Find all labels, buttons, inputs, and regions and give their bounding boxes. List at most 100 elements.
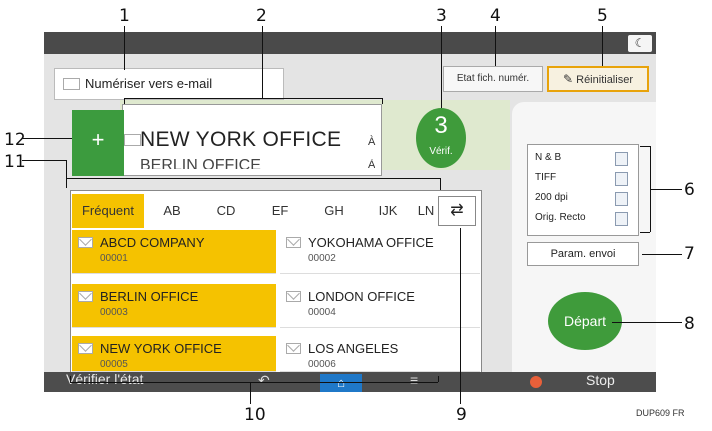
contact-name: BERLIN OFFICE — [100, 289, 199, 304]
envelope-icon — [286, 291, 301, 302]
scan-mode-label: Numériser vers e-mail — [85, 76, 213, 91]
callout-9: 9 — [456, 405, 467, 425]
leader-line — [124, 98, 382, 99]
callout-4: 4 — [490, 6, 501, 26]
envelope-icon — [286, 237, 301, 248]
figure-code: DUP609 FR — [636, 408, 685, 418]
leader-line — [441, 26, 442, 108]
scan-mode-selector[interactable]: Numériser vers e-mail — [54, 68, 284, 100]
leader-line — [460, 228, 461, 404]
leader-line — [382, 98, 383, 104]
contact-item[interactable]: LOS ANGELES 00006 — [280, 336, 480, 372]
contact-name: NEW YORK OFFICE — [100, 341, 222, 356]
envelope-icon — [78, 237, 93, 248]
send-settings-button[interactable]: Param. envoi — [527, 242, 639, 266]
add-destination-button[interactable]: + — [72, 110, 124, 176]
tab-gh[interactable]: GH — [308, 194, 360, 228]
contact-number: 00001 — [100, 253, 128, 264]
format-setting: TIFF — [535, 172, 557, 183]
contact-name: LONDON OFFICE — [308, 289, 415, 304]
leader-line — [66, 178, 440, 179]
menu-icon[interactable]: ≡ — [410, 372, 418, 388]
check-status-button[interactable]: Vérifier l'état — [66, 371, 143, 387]
callout-7: 7 — [684, 244, 695, 264]
moon-icon[interactable]: ☾ — [628, 35, 652, 52]
contact-number: 00004 — [308, 307, 336, 318]
pencil-icon: ✎ — [563, 72, 574, 86]
leader-line — [650, 189, 682, 190]
envelope-icon — [78, 291, 93, 302]
contact-number: 00006 — [308, 359, 336, 370]
envelope-icon — [63, 78, 80, 90]
home-icon[interactable]: ⌂ — [320, 374, 362, 392]
resolution-setting: 200 dpi — [535, 192, 568, 203]
destination-name-2: BERLIN OFFICE — [140, 157, 261, 169]
destination-type-flag: À — [368, 136, 376, 148]
leader-line — [438, 376, 439, 382]
callout-1: 1 — [119, 6, 130, 26]
back-icon[interactable]: ↶ — [258, 372, 270, 389]
tab-cd[interactable]: CD — [200, 194, 252, 228]
resolution-icon — [615, 192, 628, 206]
contact-item[interactable]: NEW YORK OFFICE 00005 — [72, 336, 276, 372]
contact-item[interactable]: LONDON OFFICE 00004 — [280, 284, 480, 328]
callout-5: 5 — [597, 6, 608, 26]
callout-2: 2 — [256, 6, 267, 26]
contact-number: 00002 — [308, 253, 336, 264]
destination-count: 3 — [434, 112, 448, 139]
leader-line — [66, 160, 67, 188]
destination-count-button[interactable]: 3 Vérif. — [416, 108, 466, 168]
contact-name: LOS ANGELES — [308, 341, 399, 356]
leader-line — [602, 26, 603, 66]
stop-button[interactable]: Stop — [586, 372, 615, 388]
contact-name: ABCD COMPANY — [100, 235, 205, 250]
callout-10: 10 — [244, 405, 266, 425]
original-sides-icon — [615, 212, 628, 226]
sides-setting: Orig. Recto — [535, 212, 586, 223]
contact-item[interactable]: BERLIN OFFICE 00003 — [72, 284, 276, 328]
start-button[interactable]: Départ — [548, 292, 622, 350]
destination-type-flag-2: À — [368, 159, 376, 168]
destination-name: NEW YORK OFFICE — [140, 128, 342, 151]
contact-item[interactable]: ABCD COMPANY 00001 — [72, 230, 276, 274]
stop-icon[interactable] — [530, 376, 542, 388]
reset-label: Réinitialiser — [576, 74, 633, 86]
leader-line — [70, 382, 438, 383]
callout-11: 11 — [4, 152, 26, 172]
callout-8: 8 — [684, 314, 695, 334]
color-icon — [615, 152, 628, 166]
swap-list-icon[interactable]: ⇄ — [438, 196, 476, 226]
contact-name: YOKOHAMA OFFICE — [308, 235, 434, 250]
contact-item[interactable]: YOKOHAMA OFFICE 00002 — [280, 230, 480, 274]
tab-ln[interactable]: LN — [414, 194, 438, 228]
tab-ijk[interactable]: IJK — [362, 194, 414, 228]
leader-line — [640, 232, 650, 233]
envelope-icon — [78, 343, 93, 354]
leader-line — [262, 26, 263, 98]
contact-number: 00003 — [100, 307, 128, 318]
tab-ab[interactable]: AB — [146, 194, 198, 228]
callout-3: 3 — [436, 6, 447, 26]
leader-line — [250, 382, 251, 404]
top-status-bar — [44, 32, 656, 54]
leader-line — [124, 26, 125, 70]
tab-frequent[interactable]: Fréquent — [72, 194, 144, 228]
callout-12: 12 — [4, 130, 26, 150]
callout-6: 6 — [684, 180, 695, 200]
leader-line — [640, 146, 650, 147]
leader-line — [612, 322, 682, 323]
leader-line — [22, 138, 72, 139]
envelope-icon — [286, 343, 301, 354]
verify-label: Vérif. — [429, 146, 453, 157]
reset-button[interactable]: ✎ Réinitialiser — [547, 66, 649, 92]
contact-number: 00005 — [100, 359, 128, 370]
leader-line — [22, 160, 66, 161]
leader-line — [440, 178, 441, 190]
file-status-button[interactable]: Etat fich. numér. — [443, 66, 543, 92]
file-format-icon — [615, 172, 628, 186]
leader-line — [642, 254, 682, 255]
leader-line — [495, 26, 496, 66]
tab-ef[interactable]: EF — [254, 194, 306, 228]
envelope-icon — [124, 134, 141, 146]
color-setting: N & B — [535, 152, 562, 163]
